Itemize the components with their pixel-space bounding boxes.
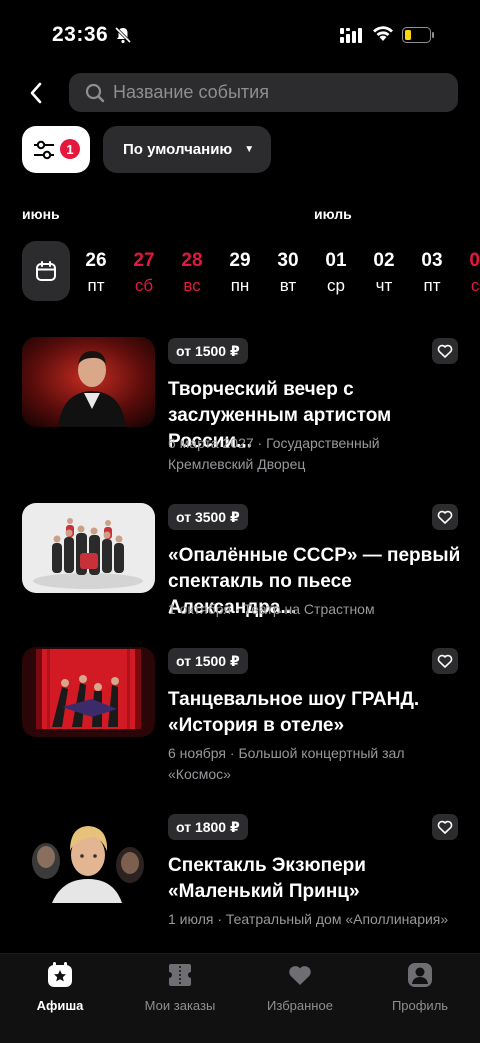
caret-down-icon: ▼: [244, 144, 255, 155]
date-number: 29: [229, 250, 251, 271]
sliders-icon: [34, 140, 54, 159]
status-bar: 23:36: [0, 0, 480, 66]
event-meta: 1 июля · Театральный дом «Аполлинария»: [168, 911, 449, 927]
date-number: 02: [373, 250, 395, 271]
calendar-star-icon: [48, 962, 72, 987]
heart-outline-icon: [437, 820, 453, 834]
date-item[interactable]: 26 пт: [74, 250, 118, 296]
battery-icon: [402, 27, 434, 43]
event-card[interactable]: от 1500 ₽ Танцевальное шоу ГРАНД. «Истор…: [0, 646, 480, 796]
date-weekday: пн: [230, 276, 250, 295]
event-meta: 6 марта 2027 · Государственный Кремлевск…: [168, 435, 380, 472]
date-weekday: пт: [423, 276, 441, 295]
date-item[interactable]: 29 пн: [218, 250, 262, 296]
date-weekday: вс: [183, 276, 201, 295]
event-image: [22, 813, 155, 903]
event-image: [22, 337, 155, 427]
favorite-button[interactable]: [432, 648, 458, 674]
event-meta: 6 ноября · Большой концертный зал «Космо…: [168, 745, 405, 782]
ticket-icon: [169, 964, 191, 986]
favorite-button[interactable]: [432, 504, 458, 530]
event-title: Спектакль Экзюпери «Маленький Принц»: [168, 855, 366, 902]
event-card[interactable]: от 1500 ₽ Творческий вечер с заслуженным…: [0, 336, 480, 486]
date-number: 04: [469, 250, 480, 271]
price-badge: от 1500 ₽: [168, 338, 248, 364]
date-item[interactable]: 30 вт: [266, 250, 310, 296]
tab-my-orders[interactable]: Мои заказы: [120, 962, 240, 1013]
filter-count-badge: 1: [60, 139, 80, 159]
date-number: 30: [277, 250, 299, 271]
date-number: 03: [421, 250, 443, 271]
event-image: [22, 503, 155, 593]
calendar-icon: [36, 261, 56, 281]
tab-bar: Афиша Мои заказы Избранное Профиль: [0, 953, 480, 1043]
month-label-june: июнь: [22, 206, 60, 222]
date-item[interactable]: 02 чт: [362, 250, 406, 296]
date-item[interactable]: 01 ср: [314, 250, 358, 296]
sort-dropdown[interactable]: По умолчанию ▼: [103, 126, 271, 173]
date-weekday: вт: [279, 276, 297, 295]
calendar-button[interactable]: [22, 241, 70, 301]
heart-outline-icon: [437, 510, 453, 524]
search-field[interactable]: [69, 73, 458, 112]
cellular-signal-icon: [340, 28, 362, 43]
date-number: 26: [85, 250, 107, 271]
event-image: [22, 647, 155, 737]
back-button[interactable]: [22, 78, 50, 108]
date-weekday: сб: [470, 276, 480, 295]
price-badge: от 3500 ₽: [168, 504, 248, 530]
heart-icon: [289, 966, 311, 985]
date-weekday: ср: [327, 276, 345, 295]
date-number: 01: [325, 250, 347, 271]
event-title: Танцевальное шоу ГРАНД. «История в отеле…: [168, 689, 420, 736]
date-item[interactable]: 28 вс: [170, 250, 214, 296]
status-time: 23:36: [52, 23, 109, 46]
date-number: 28: [181, 250, 203, 271]
price-badge: от 1800 ₽: [168, 814, 248, 840]
heart-outline-icon: [437, 654, 453, 668]
favorite-button[interactable]: [432, 338, 458, 364]
date-weekday: пт: [87, 276, 105, 295]
wifi-icon: [373, 26, 393, 41]
date-item[interactable]: 27 сб: [122, 250, 166, 296]
date-weekday: сб: [134, 276, 154, 295]
month-label-july: июль: [314, 206, 352, 222]
event-card[interactable]: от 1800 ₽ Спектакль Экзюпери «Маленький …: [0, 812, 480, 962]
search-icon: [85, 83, 105, 102]
sort-label: По умолчанию: [123, 141, 233, 158]
bell-off-icon: [114, 26, 132, 44]
date-weekday: чт: [375, 276, 393, 295]
favorite-button[interactable]: [432, 814, 458, 840]
date-item[interactable]: 03 пт: [410, 250, 454, 296]
tab-afisha[interactable]: Афиша: [0, 962, 120, 1013]
event-card[interactable]: от 3500 ₽ «Опалённые СССР» — первый спек…: [0, 502, 480, 652]
tab-favorites[interactable]: Избранное: [240, 962, 360, 1013]
search-input[interactable]: [113, 82, 458, 103]
heart-outline-icon: [437, 344, 453, 358]
price-badge: от 1500 ₽: [168, 648, 248, 674]
profile-icon: [408, 963, 432, 987]
chevron-left-icon: [30, 82, 42, 104]
tab-profile[interactable]: Профиль: [360, 962, 480, 1013]
event-meta: 1 октября · Театр на Страстном: [168, 601, 375, 617]
date-item[interactable]: 04 сб: [458, 250, 480, 296]
date-number: 27: [133, 250, 155, 271]
filter-button[interactable]: 1: [22, 126, 90, 173]
